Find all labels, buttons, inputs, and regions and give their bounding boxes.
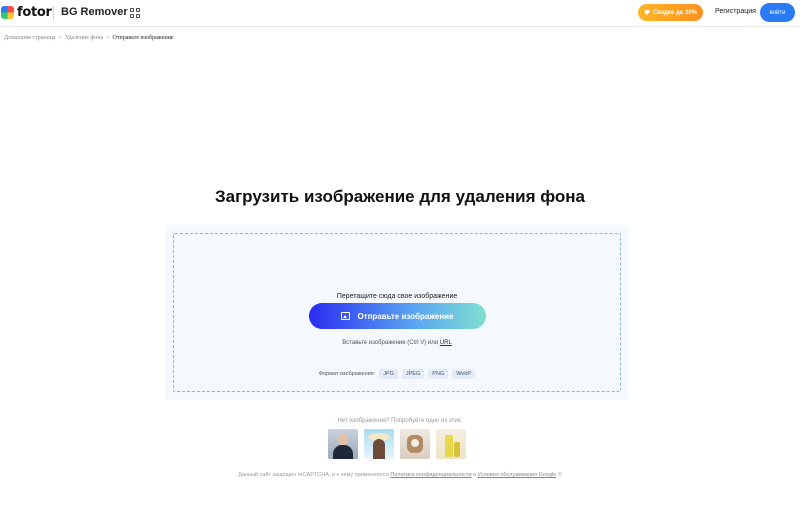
- header-divider: [53, 6, 54, 21]
- diamond-icon: [644, 10, 650, 15]
- sample-images-caption: Нет изображения? Попробуйте одно из этих…: [337, 418, 463, 424]
- supported-formats: Формат изображения: JPG JPEG PNG WebP: [174, 369, 620, 379]
- drop-instructions: Перетащите сюда свое изображение: [336, 293, 458, 300]
- privacy-policy-link[interactable]: Политика конфиденциальности: [390, 472, 471, 478]
- product-name[interactable]: BG Remover: [61, 6, 128, 18]
- paste-hint: Вставьте изображение (Ctrl V) или URL: [174, 340, 620, 346]
- apps-grid-cell: [130, 8, 134, 12]
- discount-promo-button[interactable]: Скидка до 20%: [638, 4, 703, 21]
- url-upload-link[interactable]: URL: [440, 340, 452, 346]
- breadcrumb-separator: >: [106, 35, 110, 41]
- top-nav-bar: fotor BG Remover Скидка до 20% Регистрац…: [0, 0, 800, 27]
- login-button[interactable]: войти: [760, 3, 795, 22]
- upload-button-label: Отправьте изображение: [357, 311, 454, 321]
- sample-image-bottles[interactable]: [436, 429, 466, 459]
- page-title: Загрузить изображение для удаления фона: [214, 187, 585, 206]
- sample-image-woman-hat[interactable]: [364, 429, 394, 459]
- breadcrumb-current: Отправьте изображение: [112, 35, 174, 41]
- format-chip-png: PNG: [428, 369, 449, 379]
- breadcrumb-bg-remover[interactable]: Удаление фона: [65, 35, 103, 41]
- format-chip-jpeg: JPEG: [401, 369, 425, 379]
- upload-image-button[interactable]: Отправьте изображение: [309, 303, 486, 329]
- sample-image-dog[interactable]: [400, 429, 430, 459]
- apps-grid-icon[interactable]: [130, 8, 140, 18]
- paste-text: Вставьте изображение (Ctrl V) или: [342, 340, 439, 346]
- sample-image-man-portrait[interactable]: [328, 429, 358, 459]
- apps-grid-cell: [130, 14, 134, 18]
- image-dropzone[interactable]: Перетащите сюда свое изображение Отправь…: [173, 233, 621, 392]
- and-text: и: [473, 472, 477, 478]
- fotor-logo[interactable]: fotor: [1, 5, 52, 20]
- terms-suffix: ©: [557, 472, 562, 478]
- recaptcha-notice: Данный сайт защищен reCAPTCHA, и к нему …: [0, 472, 800, 478]
- logo-text: fotor: [17, 5, 52, 20]
- format-chip-webp: WebP: [452, 369, 476, 379]
- breadcrumb-home[interactable]: Домашняя страница: [4, 35, 56, 41]
- apps-grid-cell: [136, 14, 140, 18]
- promo-label: Скидка до 20%: [653, 9, 697, 16]
- format-chip-jpg: JPG: [379, 369, 398, 379]
- formats-label: Формат изображения:: [318, 371, 376, 377]
- terms-of-service-link[interactable]: Условия обслуживания Google: [478, 472, 557, 478]
- breadcrumb-separator: >: [58, 35, 62, 41]
- upload-panel: Перетащите сюда свое изображение Отправь…: [165, 225, 628, 400]
- fotor-logo-icon: [1, 6, 14, 19]
- breadcrumb: Домашняя страница > Удаление фона > Отпр…: [4, 35, 174, 41]
- register-link[interactable]: Регистрация: [715, 8, 756, 15]
- recaptcha-text: Данный сайт защищен reCAPTCHA, и к нему …: [238, 472, 389, 478]
- sample-images: [328, 429, 466, 459]
- image-upload-icon: [341, 312, 351, 320]
- apps-grid-cell: [136, 8, 140, 12]
